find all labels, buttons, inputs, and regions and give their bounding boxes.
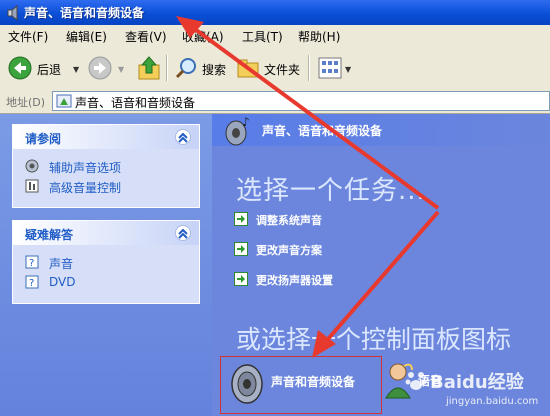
menu-file[interactable]: 文件(F) bbox=[8, 28, 48, 45]
task-heading: 选择一个任务... bbox=[236, 176, 426, 206]
search-button[interactable]: 搜索 bbox=[202, 61, 226, 78]
control-panel-icon-heading: 或选择一个控制面板图标 bbox=[236, 325, 512, 354]
see-also-header[interactable]: 请参阅 bbox=[13, 125, 199, 149]
volume-control-icon bbox=[25, 179, 39, 193]
green-arrow-icon bbox=[234, 272, 248, 286]
speaker-icon bbox=[7, 5, 18, 21]
see-also-box: 请参阅 辅助声音选项 高级音量控制 bbox=[12, 124, 200, 208]
task-label: 更改扬声器设置 bbox=[256, 274, 333, 287]
up-folder-icon[interactable] bbox=[137, 55, 161, 81]
troubleshoot-header[interactable]: 疑难解答 bbox=[13, 221, 199, 245]
folders-icon[interactable] bbox=[236, 56, 260, 80]
menu-bar: 文件(F) 编辑(E) 查看(V) 收藏(A) 工具(T) 帮助(H) bbox=[0, 25, 550, 48]
address-input[interactable]: 声音、语音和音频设备 bbox=[52, 91, 550, 111]
speaker-icon bbox=[25, 159, 39, 173]
title-bar[interactable]: 声音、语音和音频设备 bbox=[0, 0, 550, 25]
address-label: 地址(D) bbox=[6, 96, 46, 109]
main-header-title: 声音、语音和音频设备 bbox=[262, 124, 383, 138]
sound-audio-devices-label: 声音和音频设备 bbox=[271, 375, 356, 389]
task-label: 调整系统声音 bbox=[256, 214, 322, 227]
svg-text:♪: ♪ bbox=[242, 116, 250, 129]
address-bar: 地址(D) 声音、语音和音频设备 bbox=[0, 89, 550, 114]
menu-tools[interactable]: 工具(T) bbox=[242, 28, 283, 45]
collapse-chevron-icon[interactable] bbox=[175, 225, 191, 241]
troubleshoot-box: 疑难解答 ? 声音 ? DVD bbox=[12, 220, 200, 304]
views-dropdown-icon[interactable]: ▼ bbox=[345, 65, 351, 74]
toolbar: 后退 ▼ ▼ 搜索 文件夹 ▼ bbox=[0, 47, 550, 90]
troubleshoot-link-sound[interactable]: 声音 bbox=[49, 255, 73, 272]
speaker-note-icon: ♪ bbox=[225, 116, 250, 146]
sound-audio-devices-item[interactable]: 声音和音频设备 bbox=[220, 356, 382, 414]
green-arrow-icon bbox=[234, 242, 248, 256]
toolbar-separator bbox=[166, 55, 168, 81]
troubleshoot-title: 疑难解答 bbox=[25, 228, 74, 242]
menu-favorites[interactable]: 收藏(A) bbox=[182, 28, 224, 45]
green-arrow-icon bbox=[234, 212, 248, 226]
speaker-icon bbox=[231, 364, 263, 404]
baidu-paw-icon bbox=[405, 372, 427, 390]
watermark-url: jingyan.baidu.com bbox=[446, 396, 539, 407]
toolbar-separator bbox=[308, 55, 310, 81]
window-title: 声音、语音和音频设备 bbox=[24, 6, 145, 20]
troubleshoot-link-dvd[interactable]: DVD bbox=[49, 275, 75, 289]
forward-arrow-icon[interactable] bbox=[88, 56, 112, 80]
see-also-link-volume[interactable]: 高级音量控制 bbox=[49, 179, 121, 196]
back-arrow-icon[interactable] bbox=[8, 56, 32, 80]
left-task-pane: 请参阅 辅助声音选项 高级音量控制 疑难解答 ? 声音 ? DVD bbox=[0, 114, 212, 416]
svg-text:?: ? bbox=[29, 278, 34, 289]
menu-edit[interactable]: 编辑(E) bbox=[66, 28, 107, 45]
back-dropdown-icon[interactable]: ▼ bbox=[73, 65, 79, 74]
back-button[interactable]: 后退 bbox=[37, 61, 61, 78]
menu-view[interactable]: 查看(V) bbox=[125, 28, 167, 45]
menu-help[interactable]: 帮助(H) bbox=[298, 28, 340, 45]
collapse-chevron-icon[interactable] bbox=[175, 129, 191, 145]
search-icon[interactable] bbox=[174, 56, 198, 80]
address-value: 声音、语音和音频设备 bbox=[75, 96, 196, 110]
views-icon[interactable] bbox=[318, 57, 342, 79]
help-question-icon: ? bbox=[25, 275, 39, 289]
see-also-title: 请参阅 bbox=[25, 132, 62, 146]
task-label: 更改声音方案 bbox=[256, 244, 322, 257]
main-header: ♪ 声音、语音和音频设备 bbox=[212, 114, 550, 146]
svg-text:?: ? bbox=[29, 258, 34, 269]
folders-button[interactable]: 文件夹 bbox=[264, 61, 300, 78]
forward-dropdown-icon[interactable]: ▼ bbox=[118, 65, 124, 74]
help-question-icon: ? bbox=[25, 255, 39, 269]
control-panel-icon bbox=[56, 94, 72, 108]
see-also-link-accessibility[interactable]: 辅助声音选项 bbox=[49, 159, 121, 176]
watermark-brand: Baidu经验 bbox=[430, 372, 524, 393]
